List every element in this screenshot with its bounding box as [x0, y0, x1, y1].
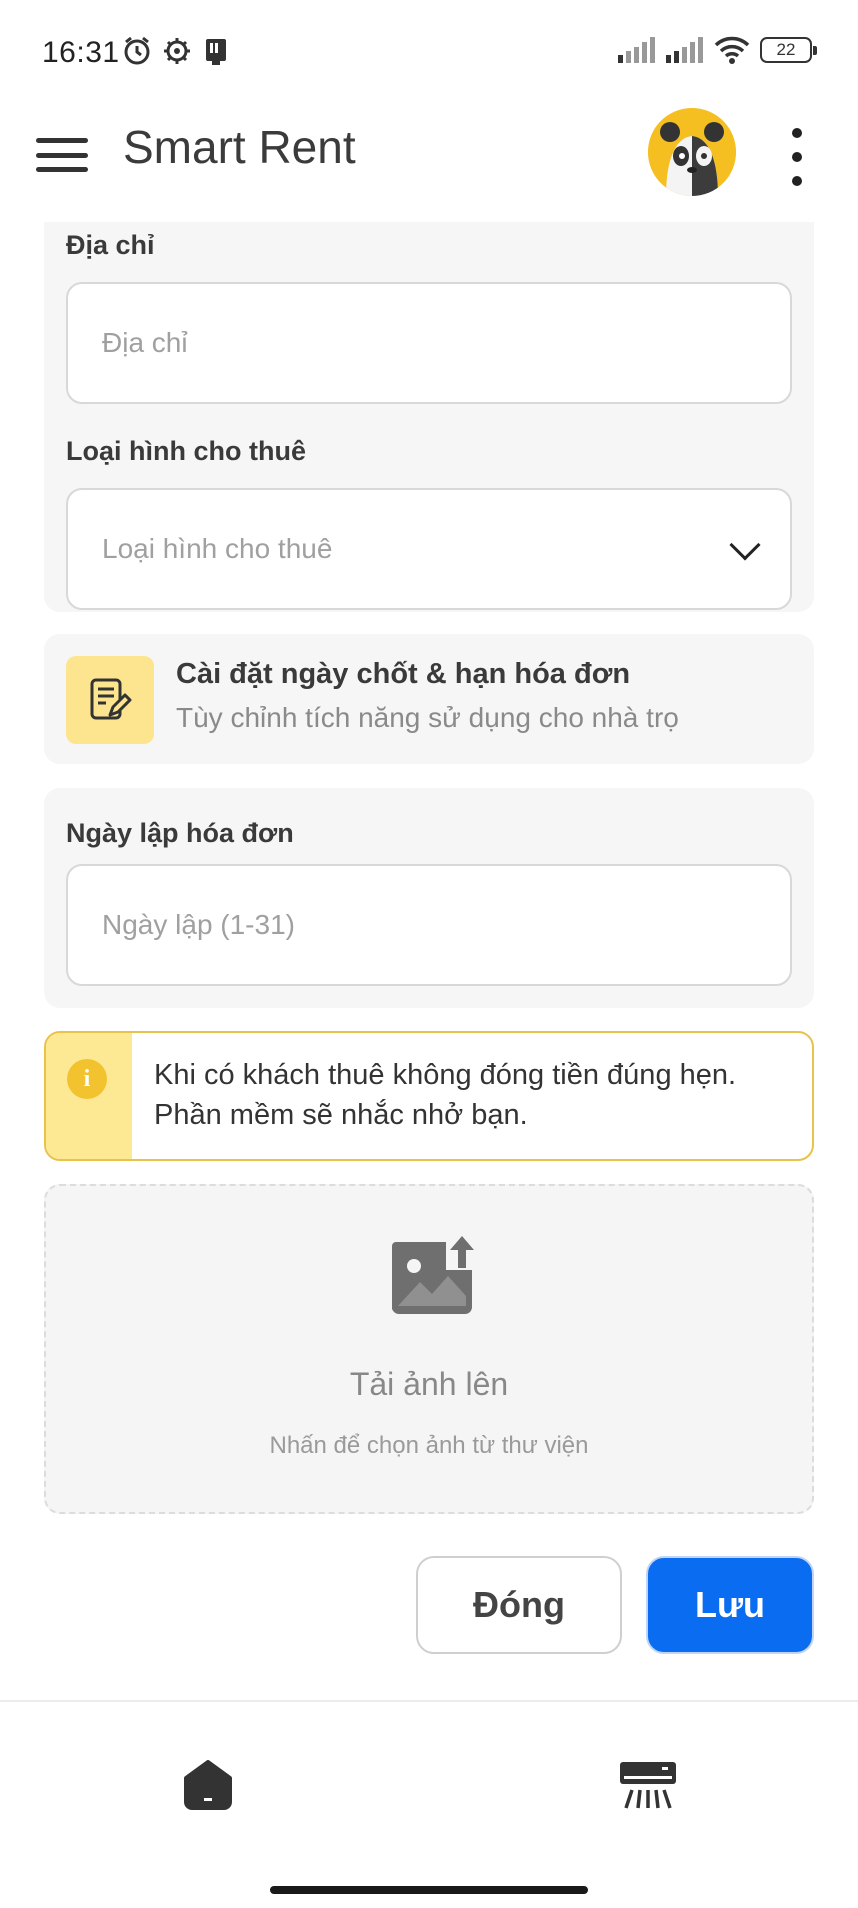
home-icon [184, 1760, 232, 1810]
app-bar: Smart Rent [0, 106, 858, 222]
more-vertical-icon-dot [792, 176, 802, 186]
bottom-navigation [0, 1700, 858, 1876]
rental-type-select[interactable]: Loại hình cho thuê [66, 488, 792, 610]
upload-title: Tải ảnh lên [349, 1366, 509, 1402]
status-icons-left [122, 36, 230, 66]
upload-image-area[interactable]: Tải ảnh lên Nhấn để chọn ảnh từ thư viện [44, 1184, 814, 1514]
menu-icon-line [36, 152, 88, 158]
menu-icon-line [36, 138, 88, 143]
gear-icon [164, 38, 190, 64]
upload-subtitle: Nhấn để chọn ảnh từ thư viện [269, 1432, 589, 1459]
invoice-settings-title: Cài đặt ngày chốt & hạn hóa đơn [176, 658, 631, 690]
info-icon: i [67, 1059, 107, 1099]
invoice-date-placeholder: Ngày lập (1-31) [102, 909, 295, 940]
home-indicator[interactable] [270, 1886, 588, 1894]
wifi-icon [714, 36, 750, 64]
status-bar: 16:31 22 [0, 0, 858, 106]
invoice-date-label: Ngày lập hóa đơn [66, 818, 294, 848]
nav-home[interactable] [180, 1760, 236, 1814]
sim-icon [206, 39, 226, 65]
battery-icon: 22 [760, 37, 817, 63]
rental-type-placeholder: Loại hình cho thuê [102, 533, 333, 564]
app-title: Smart Rent [123, 121, 356, 173]
panda-icon [648, 108, 736, 196]
rental-type-label: Loại hình cho thuê [66, 436, 306, 466]
nav-air-conditioner[interactable] [618, 1760, 678, 1816]
menu-icon-line [36, 167, 88, 172]
signal-icon [618, 37, 655, 63]
image-upload-icon [392, 1232, 476, 1314]
air-conditioner-icon [620, 1762, 676, 1809]
chevron-down-icon [729, 529, 761, 561]
status-time: 16:31 [42, 36, 120, 69]
invoice-settings-card[interactable]: Cài đặt ngày chốt & hạn hóa đơn Tùy chỉn… [44, 634, 814, 764]
invoice-date-card: Ngày lập hóa đơn Ngày lập (1-31) [44, 788, 814, 1008]
signal-icon [666, 37, 703, 63]
reminder-notice: i Khi có khách thuê không đóng tiền đúng… [44, 1031, 814, 1161]
address-label: Địa chỉ [66, 230, 155, 260]
status-icons-right: 22 [618, 36, 817, 64]
notice-text: Khi có khách thuê không đóng tiền đúng h… [154, 1059, 737, 1131]
address-card: Địa chỉ Địa chỉ Loại hình cho thuê Loại … [44, 222, 814, 612]
invoice-date-input[interactable]: Ngày lập (1-31) [66, 864, 792, 986]
more-vertical-icon-dot [792, 128, 802, 138]
invoice-settings-subtitle: Tùy chỉnh tích năng sử dụng cho nhà trọ [176, 702, 679, 733]
alarm-icon [124, 36, 150, 65]
save-button[interactable]: Lưu [646, 1556, 814, 1654]
close-button[interactable]: Đóng [416, 1556, 622, 1654]
avatar[interactable] [648, 108, 736, 196]
menu-button[interactable] [36, 132, 88, 178]
edit-note-icon [66, 656, 154, 744]
more-options-button[interactable] [786, 128, 808, 186]
more-vertical-icon-dot [792, 152, 802, 162]
address-input[interactable]: Địa chỉ [66, 282, 792, 404]
address-placeholder: Địa chỉ [102, 327, 188, 358]
form-content: Địa chỉ Địa chỉ Loại hình cho thuê Loại … [0, 222, 858, 1700]
